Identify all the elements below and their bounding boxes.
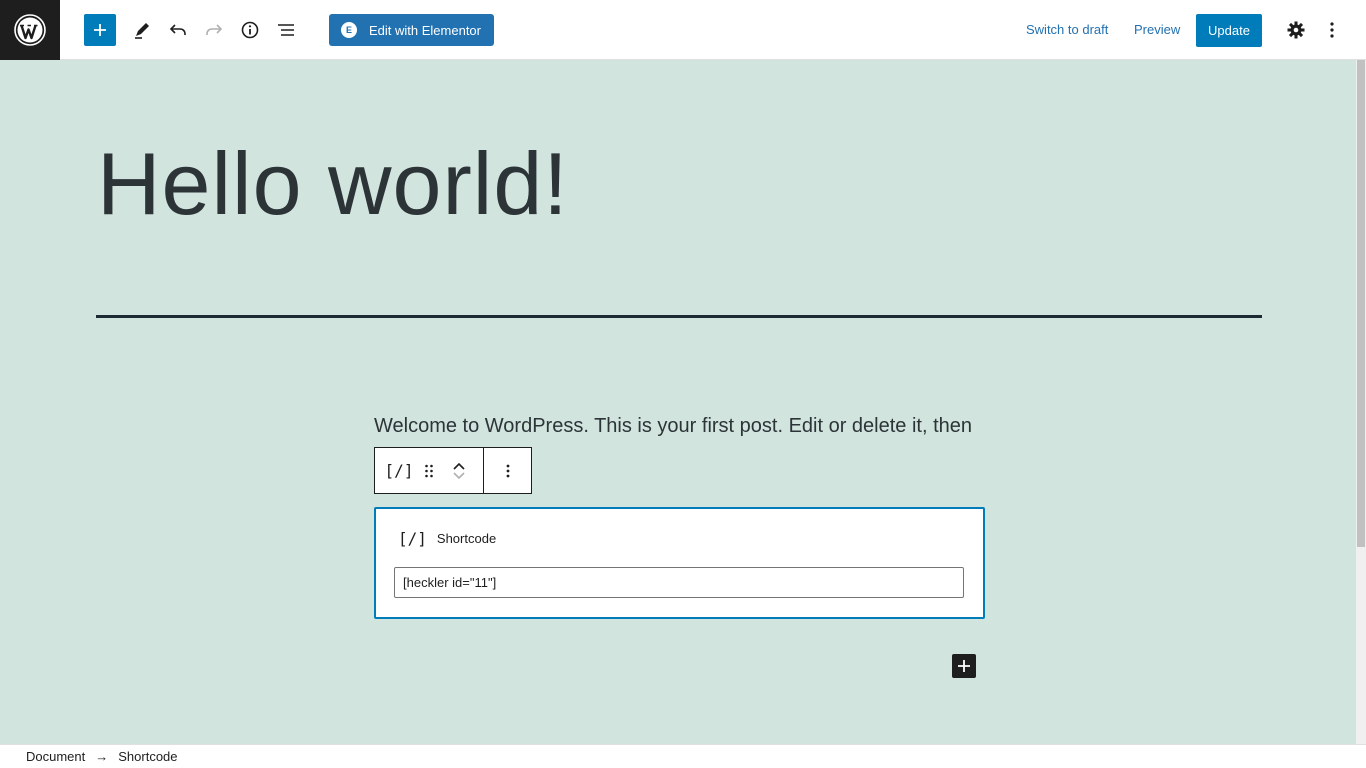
plus-icon [958, 660, 970, 672]
shortcode-label: Shortcode [436, 531, 497, 546]
separator-block[interactable] [96, 315, 1262, 318]
scrollbar-thumb[interactable] [1357, 60, 1365, 547]
add-block-button[interactable] [84, 14, 116, 46]
switch-to-draft-button[interactable]: Switch to draft [1026, 22, 1108, 37]
chevron-down-icon[interactable] [452, 471, 466, 481]
tools-button[interactable] [126, 14, 158, 46]
drag-handle-icon [425, 464, 433, 477]
gear-icon [1287, 21, 1305, 39]
details-button[interactable] [234, 14, 266, 46]
settings-button[interactable] [1280, 14, 1312, 46]
block-toolbar: [/] [374, 447, 532, 494]
redo-button[interactable] [198, 14, 230, 46]
shortcode-input[interactable] [394, 567, 964, 598]
edit-with-elementor-button[interactable]: E Edit with Elementor [329, 14, 494, 46]
block-type-button[interactable]: [/] [375, 448, 423, 493]
shortcode-block[interactable]: [/] Shortcode [374, 507, 985, 619]
wordpress-logo-button[interactable] [0, 0, 60, 60]
breadcrumb-document[interactable]: Document [26, 749, 85, 764]
shortcode-label-row: [/] Shortcode [398, 529, 496, 548]
elementor-icon: E [341, 22, 357, 38]
editor-header: E Edit with Elementor Switch to draft Pr… [0, 0, 1366, 60]
breadcrumb: Document → Shortcode [0, 744, 1366, 768]
options-button[interactable] [1316, 14, 1348, 46]
plus-icon [94, 24, 106, 36]
preview-button[interactable]: Preview [1134, 22, 1180, 37]
block-toolbar-group-options [483, 448, 532, 493]
block-options-button[interactable] [484, 448, 532, 493]
paragraph-block[interactable]: Welcome to WordPress. This is your first… [374, 415, 972, 438]
block-toolbar-group-main: [/] [375, 448, 483, 493]
wordpress-logo-icon [14, 14, 46, 46]
shortcode-icon: [/] [398, 529, 427, 548]
breadcrumb-separator: → [95, 749, 109, 764]
breadcrumb-shortcode[interactable]: Shortcode [118, 749, 177, 764]
more-vertical-icon [506, 464, 510, 477]
pencil-icon [135, 23, 149, 39]
more-vertical-icon [1330, 22, 1334, 38]
update-button[interactable]: Update [1196, 14, 1262, 47]
move-buttons [435, 448, 483, 493]
edit-with-elementor-label: Edit with Elementor [369, 22, 481, 38]
list-view-button[interactable] [270, 14, 302, 46]
info-icon [241, 21, 259, 39]
undo-button[interactable] [162, 14, 194, 46]
drag-handle-button[interactable] [423, 448, 435, 493]
undo-icon [169, 24, 186, 35]
post-title[interactable]: Hello world! [97, 140, 569, 228]
chevron-up-icon[interactable] [452, 461, 466, 471]
editor-canvas: Hello world! Welcome to WordPress. This … [0, 60, 1356, 744]
block-inserter-button[interactable] [952, 654, 976, 678]
scrollbar[interactable] [1356, 60, 1366, 744]
list-view-icon [278, 24, 294, 36]
redo-icon [206, 24, 223, 35]
